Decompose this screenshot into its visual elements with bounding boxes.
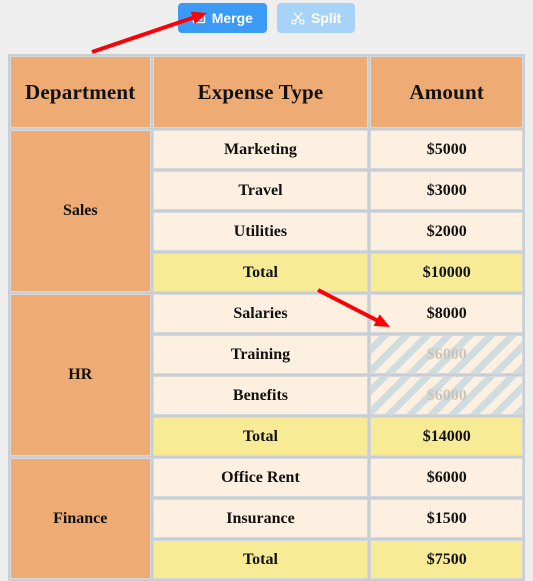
merge-button-label: Merge: [211, 10, 253, 26]
column-header-expense-type[interactable]: Expense Type: [152, 56, 369, 128]
table-row: HR Salaries $8000: [10, 294, 523, 456]
amount-cell[interactable]: $10000: [370, 253, 523, 292]
department-cell[interactable]: Finance: [10, 458, 151, 579]
amount-cell[interactable]: $14000: [370, 417, 523, 456]
expense-type-cell[interactable]: Insurance: [152, 499, 369, 538]
amount-cell[interactable]: $5000: [370, 130, 523, 169]
expense-type-cell[interactable]: Utilities: [152, 212, 369, 251]
table-body: Sales Marketing $5000 Travel $3000 Utilities $…: [10, 130, 523, 579]
table-header: Department Expense Type Amount: [10, 56, 523, 128]
column-header-amount[interactable]: Amount: [370, 56, 523, 128]
expense-type-cell[interactable]: Training: [152, 335, 369, 374]
expense-table: Department Expense Type Amount Sales Mark…: [8, 54, 525, 581]
split-button-label: Split: [310, 10, 342, 26]
expense-type-cell[interactable]: Salaries: [152, 294, 369, 333]
expense-type-cell[interactable]: Total: [152, 540, 369, 579]
table-row: Finance Office Rent $6000: [10, 458, 523, 579]
expense-table-container: Department Expense Type Amount Sales Mark…: [8, 54, 525, 581]
column-header-department[interactable]: Department: [10, 56, 151, 128]
expense-type-cell[interactable]: Total: [152, 253, 369, 292]
amount-cell[interactable]: $6000: [370, 458, 523, 497]
toolbar: Merge Split: [0, 0, 533, 36]
amount-cell[interactable]: $7500: [370, 540, 523, 579]
table-row: Sales Marketing $5000: [10, 130, 523, 292]
merge-button[interactable]: Merge: [177, 3, 267, 33]
expense-type-cell[interactable]: Office Rent: [152, 458, 369, 497]
amount-cell[interactable]: $8000: [370, 294, 523, 333]
amount-cell-striped[interactable]: $6000: [370, 335, 523, 374]
amount-cell-striped[interactable]: $6000: [370, 376, 523, 415]
expense-type-cell[interactable]: Total: [152, 417, 369, 456]
expense-type-cell[interactable]: Marketing: [152, 130, 369, 169]
amount-cell[interactable]: $1500: [370, 499, 523, 538]
amount-cell[interactable]: $3000: [370, 171, 523, 210]
department-cell[interactable]: HR: [10, 294, 151, 456]
expense-type-cell[interactable]: Benefits: [152, 376, 369, 415]
amount-cell[interactable]: $2000: [370, 212, 523, 251]
expense-type-cell[interactable]: Travel: [152, 171, 369, 210]
merge-cells-icon: [192, 11, 206, 25]
department-cell[interactable]: Sales: [10, 130, 151, 292]
table-header-row: Department Expense Type Amount: [10, 56, 523, 128]
scissors-icon: [291, 11, 305, 25]
split-button[interactable]: Split: [276, 3, 356, 33]
